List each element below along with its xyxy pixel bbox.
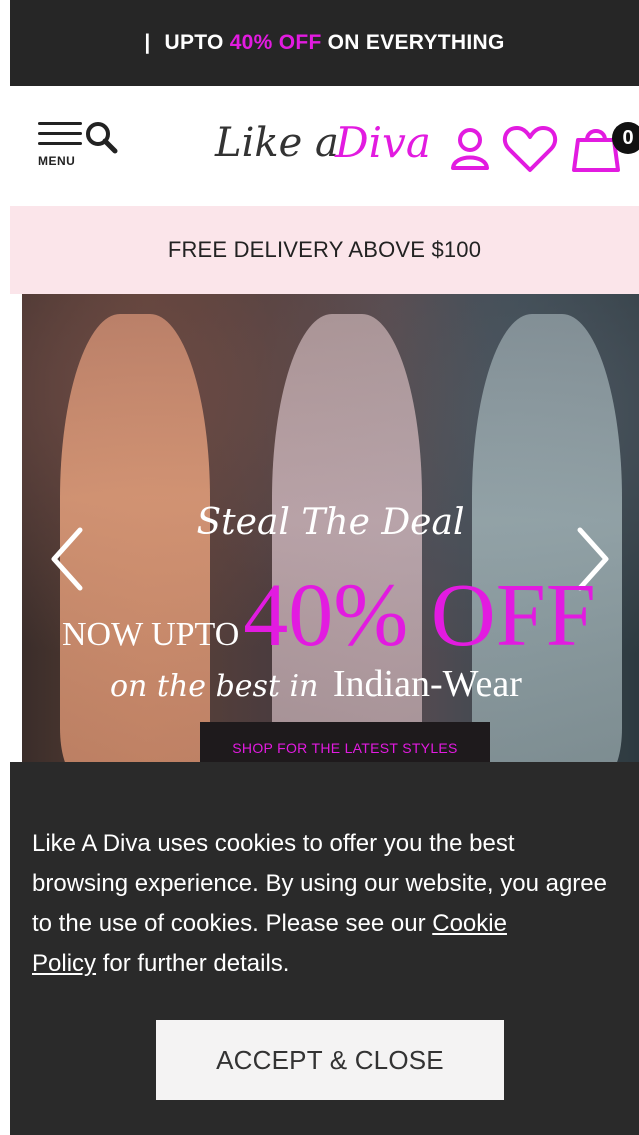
cookie-consent-banner: Like A Diva uses cookies to offer you th… [10, 762, 639, 1135]
announcement-prefix: UPTO [164, 31, 224, 54]
announcement-separator: | [144, 31, 151, 54]
search-icon[interactable] [84, 120, 120, 156]
free-delivery-banner: FREE DELIVERY ABOVE $100 [10, 206, 639, 294]
page: | UPTO 40% OFF ON EVERYTHING MENU Like a… [10, 0, 639, 1135]
site-header: MENU Like a Diva [10, 86, 639, 206]
menu-button[interactable]: MENU [38, 118, 130, 170]
accept-close-button[interactable]: ACCEPT & CLOSE [156, 1020, 504, 1100]
logo-diva-text: Diva [335, 118, 431, 167]
announcement-highlight: 40% OFF [229, 31, 322, 54]
cart-count-badge: 0 [612, 122, 639, 154]
cookie-message: Like A Diva uses cookies to offer you th… [32, 824, 612, 984]
announcement-bar: | UPTO 40% OFF ON EVERYTHING [10, 0, 639, 86]
cookie-text-after: for further details. [96, 950, 290, 977]
announcement-suffix: ON EVERYTHING [327, 31, 505, 54]
site-logo[interactable]: Like a Diva [215, 114, 445, 184]
heart-icon[interactable] [502, 124, 558, 174]
hero-tagline: Steal The Deal [196, 502, 465, 543]
logo-like-text: Like a [215, 120, 339, 166]
hero-best-in: on the best in [110, 669, 319, 704]
user-icon[interactable] [448, 126, 492, 172]
hero-promo-line: NOW UPTO 40% OFF [62, 564, 596, 667]
hero-category: Indian-Wear [332, 663, 522, 705]
hero-banner[interactable]: Steal The Deal NOW UPTO 40% OFF on the b… [22, 294, 639, 774]
hero-now-upto: NOW UPTO [62, 616, 240, 653]
menu-label: MENU [38, 154, 76, 168]
hero-subline: on the best in Indian-Wear [110, 662, 522, 706]
hero-discount: 40% OFF [243, 566, 596, 665]
cookie-text-before: Like A Diva uses cookies to offer you th… [32, 830, 607, 937]
